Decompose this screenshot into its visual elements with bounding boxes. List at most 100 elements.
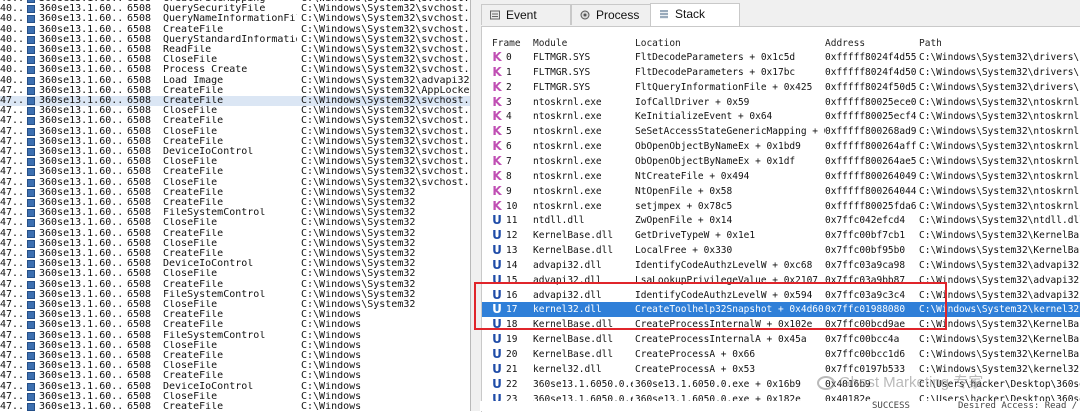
- table-row[interactable]: 40... 360se13.1.60...6508 CloseFile C:\Wind…: [0, 55, 470, 65]
- table-row[interactable]: 47... 360se13.1.60...6508 CreateFile C:\Win…: [0, 402, 470, 411]
- table-row[interactable]: 47... 360se13.1.60...6508 CloseFile C:\Wind…: [0, 341, 470, 351]
- table-row[interactable]: 47... 360se13.1.60...6508 CreateFile C:\Win…: [0, 116, 470, 126]
- module-cell: kernel32.dll: [533, 304, 602, 316]
- stack-frame-row[interactable]: K 1 FLTMGR.SYS FltDecodeParameters + 0x17bc…: [482, 65, 1080, 80]
- stack-frame-row[interactable]: U 17 kernel32.dll CreateToolhelp32Snapshot …: [482, 302, 1080, 318]
- table-row[interactable]: 47... 360se13.1.60...6508 CloseFile C:\Wind…: [0, 361, 470, 371]
- table-row[interactable]: 47... 360se13.1.60...6508 CreateFile C:\Win…: [0, 280, 470, 290]
- stack-frame-row[interactable]: U 22 360se13.1.6050.0.exe360se13.1.6050.0.…: [482, 377, 1080, 392]
- module-cell: ntoskrnl.exe: [533, 200, 602, 212]
- pid-cell: 6508: [127, 85, 152, 96]
- table-row[interactable]: ⚙40...360se13.1.60...6508Load ImageC:\Wi…: [0, 76, 470, 86]
- process-name-cell: 360se13.1.60...: [39, 187, 125, 198]
- table-row[interactable]: 47... 360se13.1.60...6508 CreateFile C:\Win…: [0, 167, 470, 177]
- column-header-frame[interactable]: Frame: [492, 38, 521, 50]
- address-cell: 0xfffff80026404478: [825, 185, 917, 197]
- process-name-cell: 360se13.1.60...: [39, 96, 125, 106]
- table-row[interactable]: 40... 360se13.1.60...6508 QueryNameInforma…: [0, 14, 470, 24]
- module-cell: FLTMGR.SYS: [533, 52, 591, 63]
- table-row[interactable]: 47... 360se13.1.60...6508 DeviceIoControl C…: [0, 259, 470, 269]
- table-row[interactable]: 47... 360se13.1.60...6508 CreateFile C:\Win…: [0, 351, 470, 361]
- table-row[interactable]: 47... 360se13.1.60...6508 CloseFile C:\Wind…: [0, 239, 470, 249]
- stack-frame-row[interactable]: K 6 ntoskrnl.exe ObOpenObjectByNameEx + 0x1…: [482, 139, 1080, 154]
- table-row[interactable]: ⚙40...360se13.1.60...6508Process CreateC…: [0, 65, 470, 75]
- process-name-cell: 360se13.1.60...: [39, 391, 125, 402]
- table-row[interactable]: 47... 360se13.1.60...6508 FileSystemContro…: [0, 208, 470, 218]
- procmon-event-list[interactable]: 40...360se13.1.60...6508CreateFileMappin…: [0, 0, 470, 411]
- tab-stack[interactable]: Stack: [650, 3, 740, 26]
- stack-frame-row[interactable]: U 21 kernel32.dll CreateProcessA + 0x53 0x7f…: [482, 362, 1080, 377]
- table-row[interactable]: 40... 360se13.1.60...6508 ReadFile C:\Windo…: [0, 45, 470, 55]
- table-row[interactable]: 47... 360se13.1.60...6508 CloseFile C:\Wind…: [0, 106, 470, 116]
- stack-frame-row[interactable]: K 7 ntoskrnl.exe ObOpenObjectByNameEx + 0x1…: [482, 154, 1080, 169]
- table-row[interactable]: 47... 360se13.1.60...6508 CreateFile C:\Win…: [0, 86, 470, 96]
- stack-frame-row[interactable]: U 15 advapi32.dll LsaLookupPrivilegeValue +…: [482, 273, 1080, 288]
- stack-frame-row[interactable]: U 13 KernelBase.dll LocalFree + 0x330 0x7ffc…: [482, 243, 1080, 258]
- stack-frame-row[interactable]: U 20 KernelBase.dll CreateProcessA + 0x66 0x…: [482, 347, 1080, 362]
- table-row[interactable]: 47... 360se13.1.60...6508 CloseFile C:\Wind…: [0, 178, 470, 188]
- stack-frame-row[interactable]: U 12 KernelBase.dll GetDriveTypeW + 0x1e1 0x…: [482, 228, 1080, 243]
- operation-cell: CreateFile: [163, 249, 224, 259]
- table-row[interactable]: 47... 360se13.1.60...6508 CreateFile C:\Win…: [0, 371, 470, 381]
- operation-cell: CloseFile: [163, 157, 218, 168]
- table-row[interactable]: 47... 360se13.1.60...6508 DeviceIoControl C…: [0, 147, 470, 157]
- tab-process[interactable]: Process: [571, 4, 651, 25]
- table-row[interactable]: 40... 360se13.1.60...6508 QuerySecurityFil…: [0, 4, 470, 14]
- pid-cell: 6508: [127, 402, 152, 411]
- stack-frame-row[interactable]: U 11 ntdll.dll ZwOpenFile + 0x14 0x7ffc042ef…: [482, 213, 1080, 228]
- table-row[interactable]: 47... 360se13.1.60...6508 CloseFile C:\Wind…: [0, 269, 470, 279]
- column-header-module[interactable]: Module: [533, 38, 567, 50]
- table-row[interactable]: 47... 360se13.1.60...6508 CreateFile C:\Win…: [0, 249, 470, 259]
- process-icon: [27, 392, 35, 401]
- stack-frame-row[interactable]: K 8 ntoskrnl.exe NtCreateFile + 0x494 0xffff…: [482, 169, 1080, 184]
- column-header-location[interactable]: Location: [635, 38, 681, 50]
- path-cell: C:\Windows\System32\svchost.exe: [301, 65, 470, 76]
- process-icon: [27, 137, 35, 146]
- process-name-cell: 360se13.1.60...: [39, 402, 125, 411]
- time-cell: 47...: [0, 198, 26, 208]
- table-row[interactable]: 40... 360se13.1.60...6508 QueryStandardInf…: [0, 35, 470, 45]
- table-row[interactable]: 47... 360se13.1.60...6508 CreateFile C:\Win…: [0, 188, 470, 198]
- column-header-address[interactable]: Address: [825, 38, 865, 50]
- table-row[interactable]: 47... 360se13.1.60...6508 CloseFile C:\Wind…: [0, 392, 470, 402]
- table-row[interactable]: 47... 360se13.1.60...6508 CreateFile C:\Win…: [0, 320, 470, 330]
- user-mode-icon: U: [492, 361, 502, 376]
- table-row[interactable]: 47... 360se13.1.60...6508 DeviceIoControl C…: [0, 382, 470, 392]
- stack-frame-row[interactable]: K 10 ntoskrnl.exe setjmpex + 0x78c5 0xfffff8…: [482, 199, 1080, 214]
- process-name-cell: 360se13.1.60...: [39, 381, 125, 392]
- stack-frame-row[interactable]: K 3 ntoskrnl.exe IofCallDriver + 0x59 0xffff…: [482, 95, 1080, 110]
- table-row[interactable]: 47... 360se13.1.60...6508 FileSystemContro…: [0, 290, 470, 300]
- column-header-path[interactable]: Path: [919, 38, 942, 50]
- stack-frame-row[interactable]: K 2 FLTMGR.SYS FltQueryInformationFile + 0x…: [482, 80, 1080, 95]
- table-row[interactable]: 47... 360se13.1.60...6508 CreateFile C:\Win…: [0, 198, 470, 208]
- pid-cell: 6508: [127, 34, 152, 45]
- table-row[interactable]: 40... 360se13.1.60...6508 CreateFile C:\Win…: [0, 25, 470, 35]
- table-row[interactable]: 47... 360se13.1.60...6508 CreateFile C:\Win…: [0, 137, 470, 147]
- stack-frame-row[interactable]: K 0 FLTMGR.SYS FltDecodeParameters + 0x1c5d…: [482, 50, 1080, 65]
- stack-frame-row[interactable]: K 4 ntoskrnl.exe KeInitializeEvent + 0x64 0x…: [482, 109, 1080, 124]
- table-row[interactable]: 47... 360se13.1.60...6508 CloseFile C:\Wind…: [0, 218, 470, 228]
- module-cell: FLTMGR.SYS: [533, 66, 591, 78]
- table-row[interactable]: 47... 360se13.1.60...6508 CreateFile C:\Win…: [0, 229, 470, 239]
- table-row[interactable]: 47... 360se13.1.60...6508 CreateFile C:\Win…: [0, 96, 470, 106]
- stack-frame-row[interactable]: K 5 ntoskrnl.exe SeSetAccessStateGenericMap…: [482, 124, 1080, 139]
- table-row[interactable]: 47... 360se13.1.60...6508 CloseFile C:\Wind…: [0, 157, 470, 167]
- stack-frame-row[interactable]: U 18 KernelBase.dll CreateProcessInternalW …: [482, 317, 1080, 332]
- tab-event[interactable]: Event: [481, 4, 571, 25]
- operation-cell: CloseFile: [163, 340, 218, 351]
- process-icon: [27, 97, 35, 105]
- stack-frame-row[interactable]: U 16 advapi32.dll IdentifyCodeAuthzLevelW +…: [482, 288, 1080, 303]
- operation-cell: CloseFile: [163, 177, 218, 188]
- frame-cell: 6: [506, 141, 512, 153]
- result-text: SUCCESS: [872, 401, 910, 411]
- stack-frame-row[interactable]: K 9 ntoskrnl.exe NtOpenFile + 0x58 0xfffff80…: [482, 184, 1080, 199]
- module-cell: advapi32.dll: [533, 289, 602, 301]
- table-row[interactable]: 47... 360se13.1.60...6508 CloseFile C:\Wind…: [0, 300, 470, 310]
- stack-frame-row[interactable]: U 14 advapi32.dll IdentifyCodeAuthzLevelW +…: [482, 258, 1080, 273]
- operation-cell: CreateFile: [163, 279, 224, 290]
- time-cell: 47...: [0, 402, 26, 411]
- table-row[interactable]: 47... 360se13.1.60...6508 CreateFile C:\Win…: [0, 310, 470, 320]
- stack-frame-row[interactable]: U 19 KernelBase.dll CreateProcessInternalA …: [482, 332, 1080, 347]
- table-row[interactable]: 47... 360se13.1.60...6508 FileSystemContro…: [0, 331, 470, 341]
- table-row[interactable]: 47... 360se13.1.60...6508 CloseFile C:\Wind…: [0, 127, 470, 137]
